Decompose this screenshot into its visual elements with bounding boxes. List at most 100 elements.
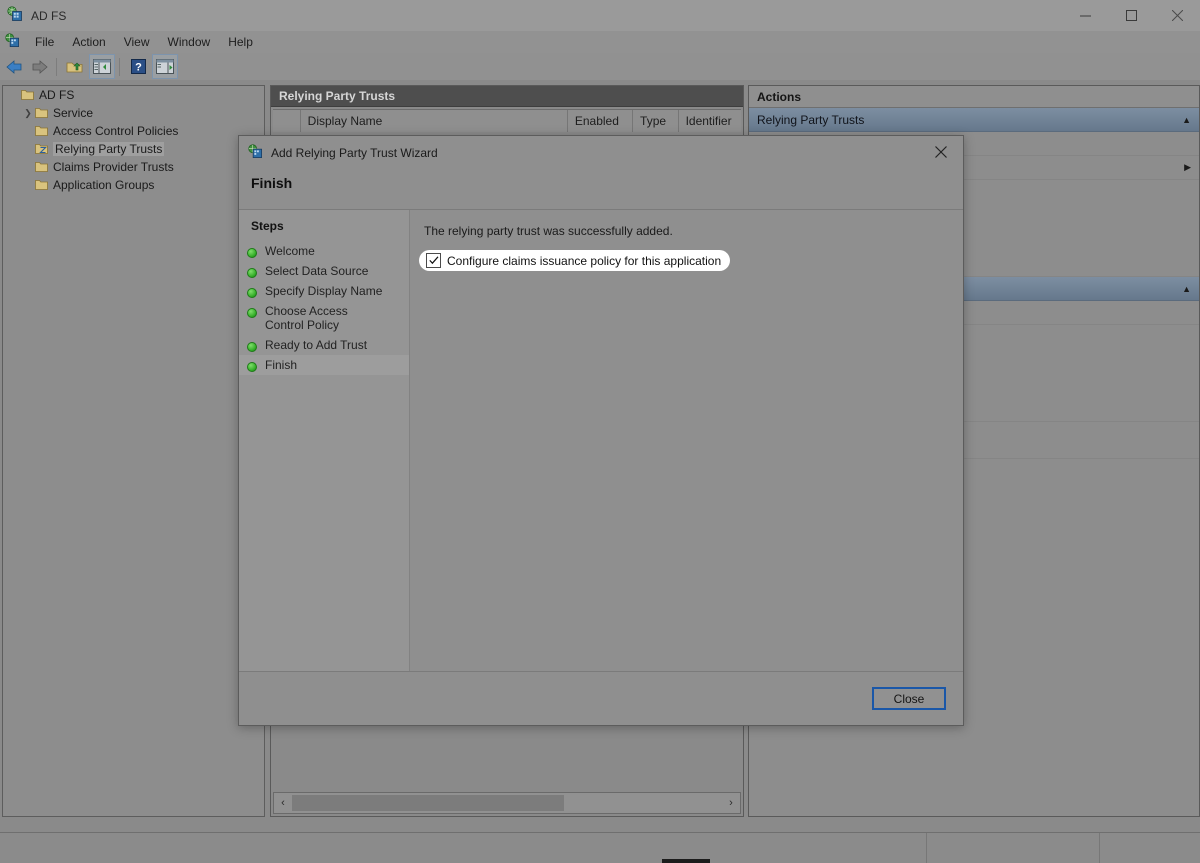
tree-node-label: Claims Provider Trusts xyxy=(53,160,174,174)
menu-item-window[interactable]: Window xyxy=(159,33,220,51)
menu-item-file[interactable]: File xyxy=(26,33,63,51)
scrollbar-thumb[interactable] xyxy=(292,795,564,811)
maximize-button[interactable] xyxy=(1108,0,1154,31)
folder-icon xyxy=(21,89,34,101)
configure-claims-policy-checkbox-row[interactable]: Configure claims issuance policy for thi… xyxy=(419,250,730,271)
show-tree-icon[interactable] xyxy=(89,54,115,79)
step-status-bullet-icon xyxy=(247,268,257,278)
folder-icon xyxy=(35,179,48,191)
action-group-label: Relying Party Trusts xyxy=(757,113,864,127)
close-button[interactable] xyxy=(1154,0,1200,31)
status-bar-segment xyxy=(927,833,1100,863)
status-bar-segment xyxy=(1100,833,1200,863)
horizontal-scrollbar[interactable]: ‹ › xyxy=(273,792,741,814)
folder-icon xyxy=(35,125,48,137)
dialog-heading: Finish xyxy=(239,170,963,200)
tree-node-label: Application Groups xyxy=(53,178,154,192)
window-title: AD FS xyxy=(31,9,66,23)
wizard-step-choose-access-control-policy[interactable]: Choose Access Control Policy xyxy=(239,301,409,335)
window-controls xyxy=(1062,0,1200,31)
mdi-child-icon xyxy=(5,33,20,51)
folder-icon xyxy=(35,161,48,173)
column-header-icon[interactable] xyxy=(273,110,301,132)
menu-bar: File Action View Window Help xyxy=(0,31,1200,54)
add-relying-party-trust-wizard-dialog: Add Relying Party Trust Wizard Finish St… xyxy=(238,135,964,726)
status-bar-message xyxy=(0,833,927,863)
status-bar xyxy=(0,832,1200,863)
column-header-display-name[interactable]: Display Name xyxy=(301,110,568,132)
configure-claims-policy-label: Configure claims issuance policy for thi… xyxy=(447,254,721,268)
wizard-step-welcome[interactable]: Welcome xyxy=(239,241,409,261)
wizard-content-panel: The relying party trust was successfully… xyxy=(410,210,963,671)
scroll-right-arrow-icon[interactable]: › xyxy=(722,797,740,809)
adfs-management-console: AD FS File Action Vie xyxy=(0,0,1200,863)
svg-text:?: ? xyxy=(135,62,142,74)
step-status-bullet-icon xyxy=(247,288,257,298)
tree-node-label: Relying Party Trusts xyxy=(53,142,164,156)
step-label: Welcome xyxy=(265,244,315,258)
status-bar-indicator xyxy=(662,859,710,863)
dialog-title: Add Relying Party Trust Wizard xyxy=(271,146,438,160)
menu-item-view[interactable]: View xyxy=(115,33,159,51)
column-header-type[interactable]: Type xyxy=(633,110,679,132)
list-header-row: Display Name Enabled Type Identifier xyxy=(273,109,741,133)
wizard-step-finish[interactable]: Finish xyxy=(239,355,409,375)
column-header-enabled[interactable]: Enabled xyxy=(568,110,633,132)
submenu-arrow-icon[interactable]: ▶ xyxy=(1184,162,1191,173)
toolbar-separator xyxy=(56,58,57,76)
step-label: Specify Display Name xyxy=(265,284,382,298)
wizard-step-select-data-source[interactable]: Select Data Source xyxy=(239,261,409,281)
tree-node-label: Access Control Policies xyxy=(53,124,178,138)
column-header-identifier[interactable]: Identifier xyxy=(679,110,741,132)
tree-node-label: Service xyxy=(53,106,93,120)
list-pane-caption: Relying Party Trusts xyxy=(271,86,743,107)
tree-node-application-groups[interactable]: Application Groups xyxy=(3,176,264,194)
menu-item-action[interactable]: Action xyxy=(63,33,114,51)
folder-trust-icon xyxy=(35,143,48,155)
tree-node-ad-fs[interactable]: AD FS xyxy=(3,86,264,104)
configure-claims-policy-checkbox[interactable] xyxy=(426,253,441,268)
step-status-bullet-icon xyxy=(247,342,257,352)
close-button[interactable]: Close xyxy=(872,687,946,710)
step-label: Select Data Source xyxy=(265,264,368,278)
dialog-close-button[interactable] xyxy=(919,136,963,168)
step-status-bullet-icon xyxy=(247,308,257,318)
toolbar-separator-2 xyxy=(119,58,120,76)
wizard-step-ready-to-add-trust[interactable]: Ready to Add Trust xyxy=(239,335,409,355)
toolbar: ? xyxy=(0,53,1200,81)
tree-node-service[interactable]: ❯ Service xyxy=(3,104,264,122)
show-action-pane-icon[interactable] xyxy=(152,54,178,79)
wizard-step-specify-display-name[interactable]: Specify Display Name xyxy=(239,281,409,301)
dialog-footer: Close xyxy=(239,671,963,725)
chevron-up-icon[interactable]: ▲ xyxy=(1182,115,1191,125)
adfs-icon xyxy=(248,144,263,162)
up-folder-icon[interactable] xyxy=(63,55,87,78)
tree-expander-service[interactable]: ❯ xyxy=(21,108,35,119)
tree-node-claims-provider-trusts[interactable]: Claims Provider Trusts xyxy=(3,158,264,176)
folder-icon xyxy=(35,107,48,119)
step-status-bullet-icon xyxy=(247,248,257,258)
forward-arrow-icon[interactable] xyxy=(28,55,52,78)
dialog-titlebar: Add Relying Party Trust Wizard xyxy=(239,136,963,170)
minimize-button[interactable] xyxy=(1062,0,1108,31)
scroll-left-arrow-icon[interactable]: ‹ xyxy=(274,797,292,809)
chevron-up-icon[interactable]: ▲ xyxy=(1182,284,1191,294)
tree-node-label: AD FS xyxy=(39,88,74,102)
help-icon[interactable]: ? xyxy=(126,55,150,78)
step-status-bullet-icon xyxy=(247,362,257,372)
step-label: Finish xyxy=(265,358,297,372)
tree-node-relying-party-trusts[interactable]: Relying Party Trusts xyxy=(3,140,264,158)
back-arrow-icon[interactable] xyxy=(2,55,26,78)
dialog-body: Steps Welcome Select Data Source Specify… xyxy=(239,209,963,671)
step-label: Ready to Add Trust xyxy=(265,338,367,352)
action-group-relying-party-trusts[interactable]: Relying Party Trusts ▲ xyxy=(749,108,1199,132)
wizard-steps-panel: Steps Welcome Select Data Source Specify… xyxy=(239,210,410,671)
console-tree[interactable]: AD FS ❯ Service Access Control Policies xyxy=(2,85,265,817)
adfs-icon xyxy=(7,6,23,25)
steps-title: Steps xyxy=(239,219,409,241)
menu-item-help[interactable]: Help xyxy=(219,33,262,51)
window-titlebar: AD FS xyxy=(0,0,1200,32)
tree-node-access-control-policies[interactable]: Access Control Policies xyxy=(3,122,264,140)
actions-pane-caption: Actions xyxy=(749,86,1199,108)
scrollbar-track[interactable] xyxy=(292,795,722,811)
